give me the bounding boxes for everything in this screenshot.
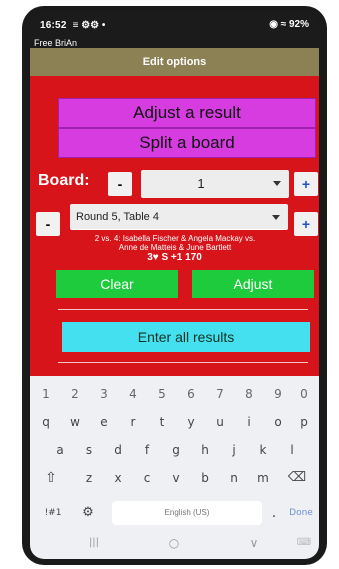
board-plus-button[interactable]: +: [294, 172, 318, 196]
recents-icon[interactable]: |||: [84, 531, 104, 555]
match-line-1: 2 vs. 4: Isabella Fischer & Angela Macka…: [94, 234, 256, 243]
key-n[interactable]: n: [220, 466, 248, 490]
key-x[interactable]: x: [104, 466, 132, 490]
key-e[interactable]: e: [90, 410, 118, 434]
adjust-result-button[interactable]: Adjust a result: [58, 98, 316, 128]
divider: [58, 362, 308, 363]
adjust-button[interactable]: Adjust: [192, 270, 314, 298]
key-f[interactable]: f: [133, 438, 161, 462]
key-u[interactable]: u: [206, 410, 234, 434]
board-select-value: 1: [197, 176, 205, 191]
screen: 16:52 ≡ ⚙⚙ • ◉ ≈ 92% Free BriAn Edit opt…: [30, 12, 319, 559]
key-q[interactable]: q: [32, 410, 60, 434]
key-o[interactable]: o: [264, 410, 292, 434]
round-select-value: Round 5, Table 4: [76, 211, 159, 223]
keyboard-row-3: ⇧ z x c v b n m ⌫: [30, 466, 319, 492]
status-time: 16:52: [40, 19, 67, 31]
key-s[interactable]: s: [75, 438, 103, 462]
chevron-down-icon: [272, 215, 280, 220]
key-3[interactable]: 3: [90, 382, 118, 406]
navigation-bar: ||| ○ ∨ ⌨: [30, 531, 319, 559]
key-b[interactable]: b: [191, 466, 219, 490]
key-0[interactable]: 0: [291, 382, 317, 406]
key-7[interactable]: 7: [206, 382, 234, 406]
key-t[interactable]: t: [148, 410, 176, 434]
period-key[interactable]: .: [266, 501, 282, 525]
round-minus-button[interactable]: -: [36, 212, 60, 236]
board-minus-button[interactable]: -: [108, 172, 132, 196]
key-h[interactable]: h: [191, 438, 219, 462]
key-5[interactable]: 5: [148, 382, 176, 406]
keyboard-row-2: a s d f g h j k l: [30, 438, 319, 464]
keyboard-row-1: q w e r t y u i o p: [30, 410, 319, 436]
settings-gear-icon[interactable]: ⚙: [74, 501, 102, 525]
clear-button[interactable]: Clear: [56, 270, 178, 298]
key-i[interactable]: i: [235, 410, 263, 434]
match-line-2: Anne de Matteis & June Bartlett: [118, 243, 232, 252]
key-z[interactable]: z: [75, 466, 103, 490]
status-battery: ◉ ≈ 92%: [269, 19, 309, 30]
round-plus-button[interactable]: +: [294, 212, 318, 236]
key-r[interactable]: r: [119, 410, 147, 434]
board-select[interactable]: 1: [141, 170, 289, 198]
enter-all-results-button[interactable]: Enter all results: [62, 322, 310, 352]
shift-key-icon[interactable]: ⇧: [34, 466, 68, 490]
round-select[interactable]: Round 5, Table 4: [70, 204, 288, 230]
symbols-key[interactable]: !#1: [36, 501, 70, 525]
keyboard-row-4: !#1 ⚙ English (US) . Done: [30, 498, 319, 528]
keyboard-icon[interactable]: ⌨: [294, 531, 314, 555]
key-y[interactable]: y: [177, 410, 205, 434]
board-label: Board:: [38, 172, 90, 189]
split-board-button[interactable]: Split a board: [58, 128, 316, 158]
key-a[interactable]: a: [46, 438, 74, 462]
contract-result: 3♥ S +1 170: [147, 252, 202, 263]
key-g[interactable]: g: [162, 438, 190, 462]
key-m[interactable]: m: [249, 466, 277, 490]
key-d[interactable]: d: [104, 438, 132, 462]
keyboard: 1 2 3 4 5 6 7 8 9 0 q w e r t y u i o p …: [30, 376, 319, 559]
key-l[interactable]: l: [278, 438, 306, 462]
chevron-down-icon: [273, 181, 281, 186]
back-icon[interactable]: ∨: [244, 531, 264, 555]
backspace-key-icon[interactable]: ⌫: [280, 466, 314, 490]
key-j[interactable]: j: [220, 438, 248, 462]
key-8[interactable]: 8: [235, 382, 263, 406]
edit-options-panel: Adjust a result Split a board Board: - 1…: [30, 76, 319, 376]
key-c[interactable]: c: [133, 466, 161, 490]
key-6[interactable]: 6: [177, 382, 205, 406]
keyboard-number-row: 1 2 3 4 5 6 7 8 9 0: [30, 382, 319, 408]
phone-frame: 16:52 ≡ ⚙⚙ • ◉ ≈ 92% Free BriAn Edit opt…: [22, 6, 327, 565]
done-key[interactable]: Done: [286, 501, 316, 525]
status-bar: 16:52 ≡ ⚙⚙ • ◉ ≈ 92%: [30, 12, 319, 38]
key-p[interactable]: p: [291, 410, 317, 434]
space-bar[interactable]: English (US): [112, 501, 262, 525]
page-title: Edit options: [30, 48, 319, 76]
key-k[interactable]: k: [249, 438, 277, 462]
home-icon[interactable]: ○: [164, 531, 184, 555]
key-9[interactable]: 9: [264, 382, 292, 406]
key-w[interactable]: w: [61, 410, 89, 434]
key-2[interactable]: 2: [61, 382, 89, 406]
app-title: Free BriAn: [34, 38, 78, 48]
divider: [58, 309, 308, 310]
status-notification-icons: ≡ ⚙⚙ •: [72, 19, 106, 31]
key-v[interactable]: v: [162, 466, 190, 490]
key-1[interactable]: 1: [32, 382, 60, 406]
key-4[interactable]: 4: [119, 382, 147, 406]
